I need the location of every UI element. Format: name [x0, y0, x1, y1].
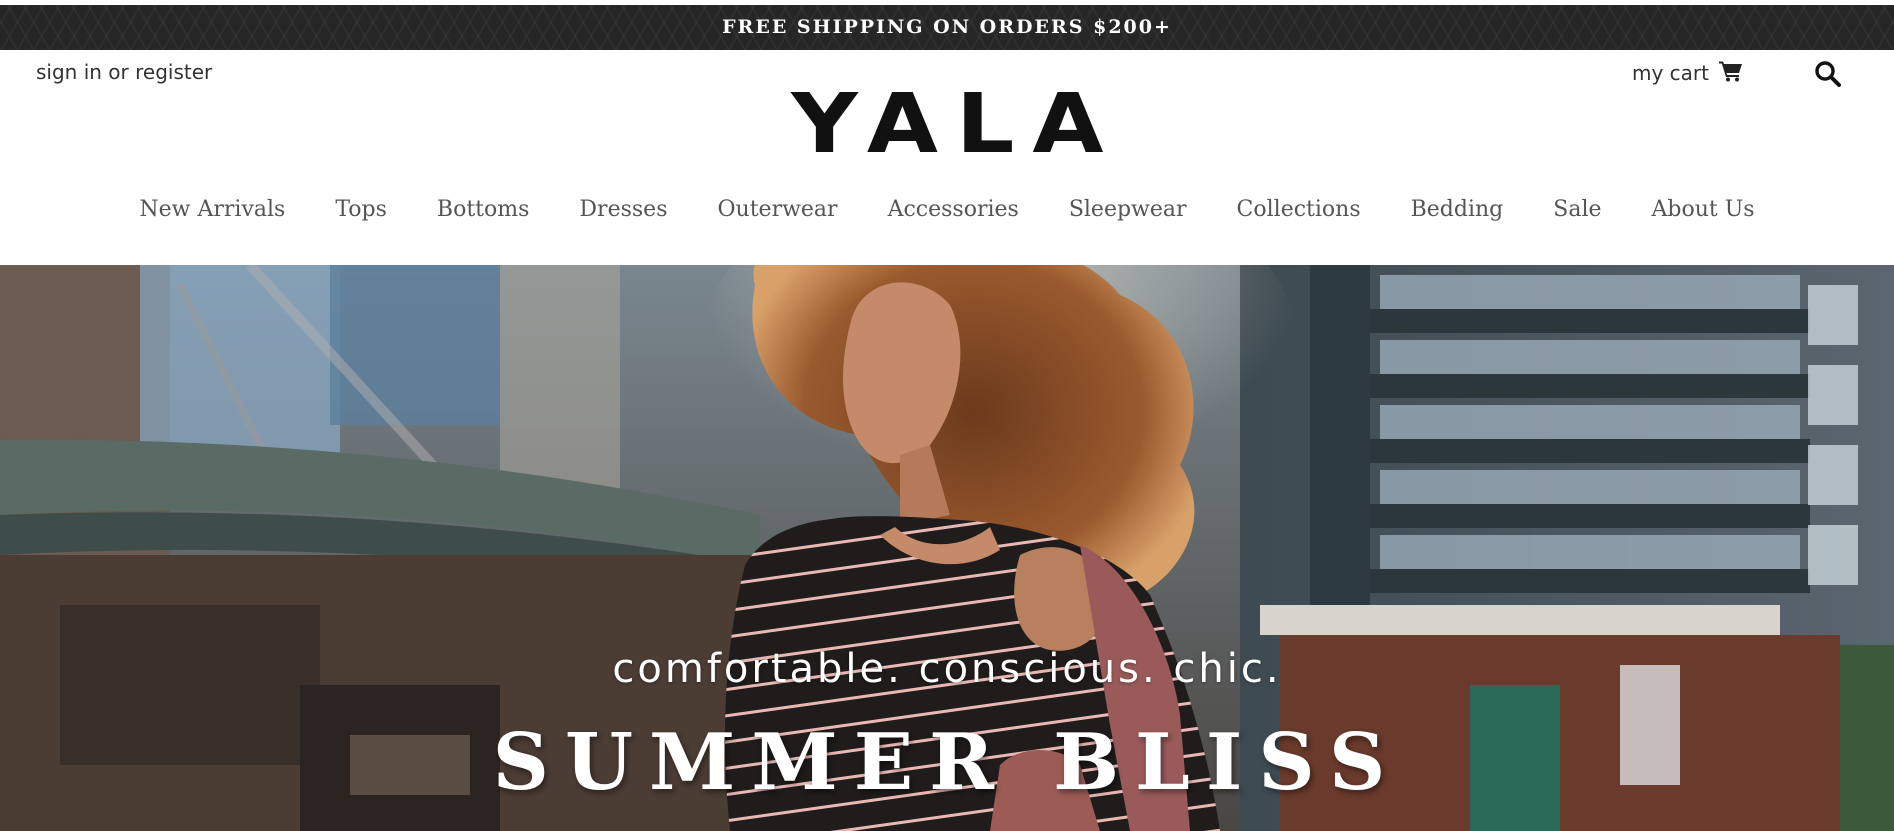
nav-tops[interactable]: Tops: [335, 188, 387, 232]
logo-text: YALA: [790, 77, 1122, 172]
nav-sale[interactable]: Sale: [1553, 188, 1601, 232]
nav-dresses[interactable]: Dresses: [579, 188, 667, 232]
nav-outerwear[interactable]: Outerwear: [718, 188, 838, 232]
nav-collections[interactable]: Collections: [1237, 188, 1361, 232]
hero-tagline: comfortable. conscious. chic.: [612, 646, 1282, 692]
hero-title: SUMMER BLISS: [492, 717, 1402, 808]
nav-new-arrivals[interactable]: New Arrivals: [139, 188, 285, 232]
announcement-text: FREE SHIPPING ON ORDERS $200+: [722, 16, 1172, 38]
nav-about-us[interactable]: About Us: [1652, 188, 1755, 232]
site-logo[interactable]: YALA: [0, 80, 1894, 170]
main-navigation: New Arrivals Tops Bottoms Dresses Outerw…: [0, 188, 1894, 232]
hero-banner[interactable]: comfortable. conscious. chic. SUMMER BLI…: [0, 265, 1894, 831]
nav-bottoms[interactable]: Bottoms: [437, 188, 530, 232]
nav-sleepwear[interactable]: Sleepwear: [1069, 188, 1187, 232]
announcement-bar: FREE SHIPPING ON ORDERS $200+: [0, 5, 1894, 50]
nav-bedding[interactable]: Bedding: [1411, 188, 1504, 232]
nav-accessories[interactable]: Accessories: [888, 188, 1019, 232]
